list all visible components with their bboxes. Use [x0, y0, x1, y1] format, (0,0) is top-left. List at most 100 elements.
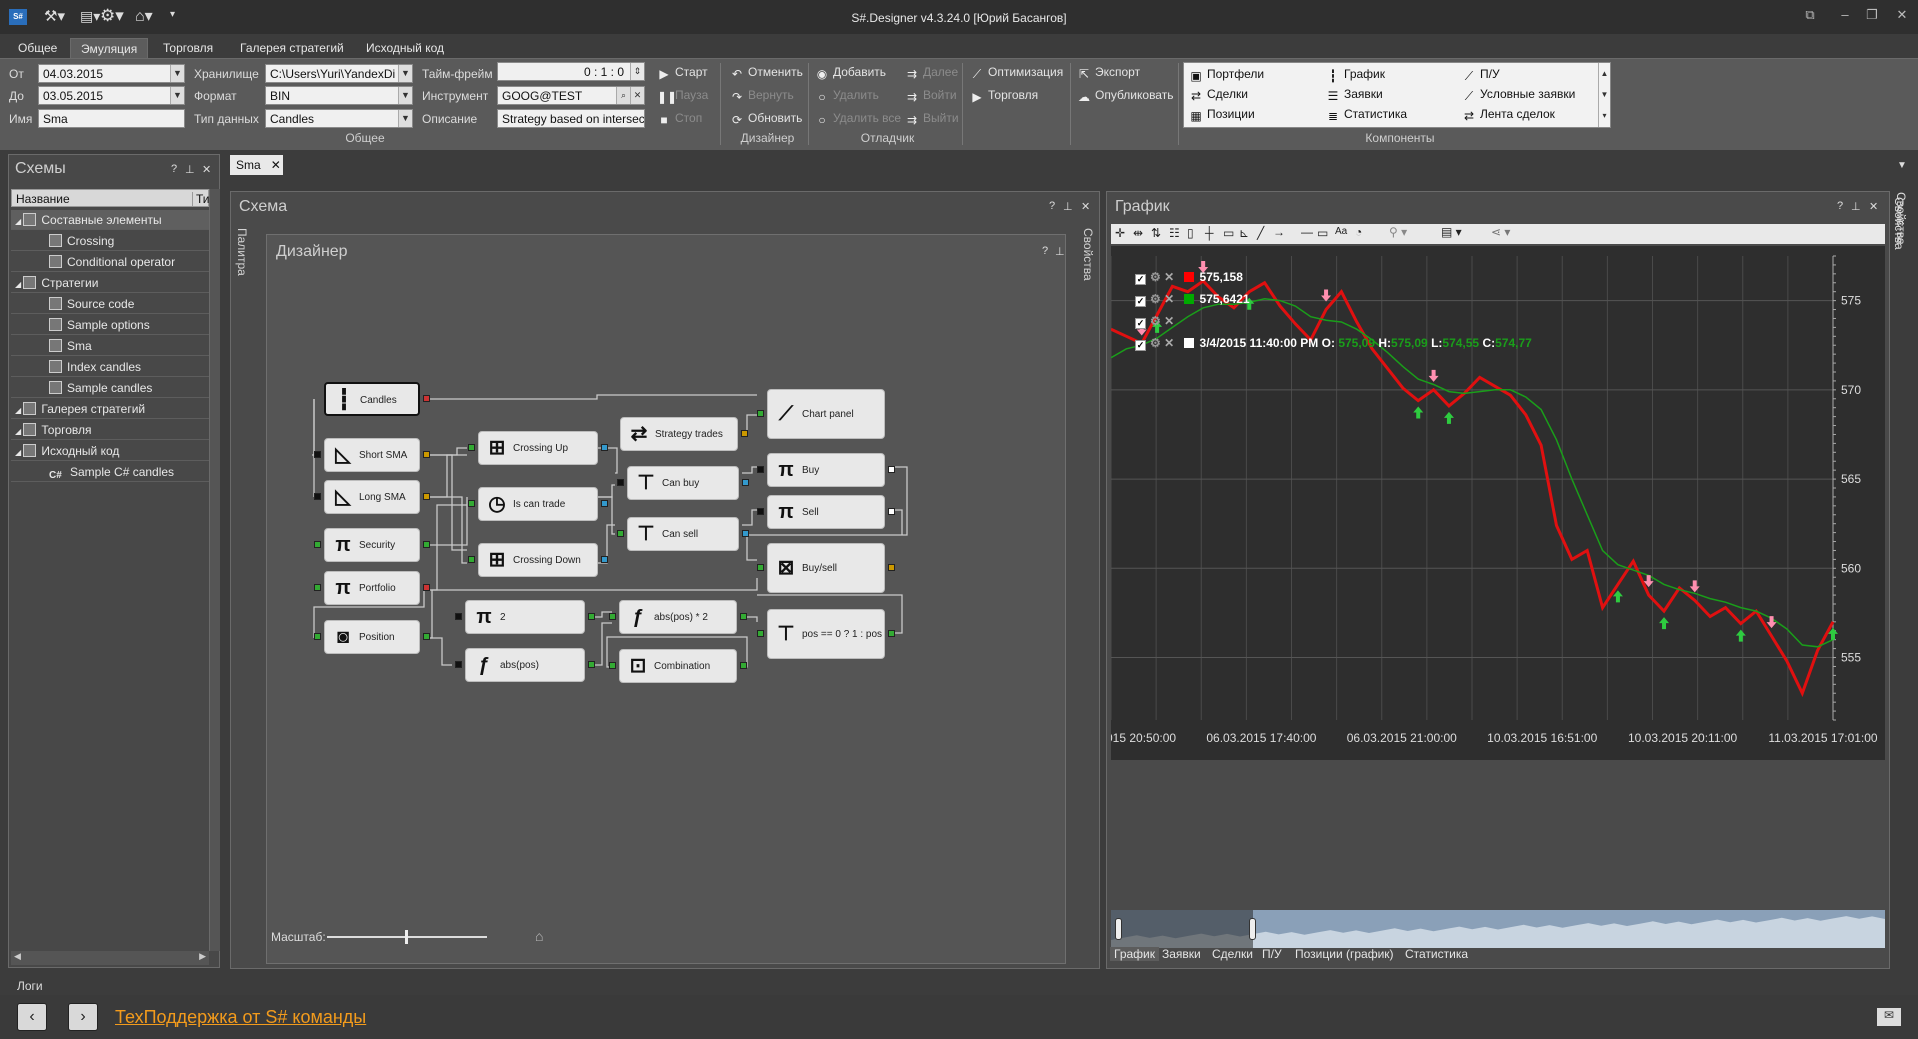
input-socket[interactable] — [314, 493, 321, 500]
input-socket[interactable] — [757, 410, 764, 417]
node-abs-pos[interactable]: ƒ abs(pos) — [465, 648, 585, 682]
pin-icon[interactable]: ⊥ — [185, 163, 195, 176]
output-socket[interactable] — [423, 633, 430, 640]
instrument-field[interactable]: GOOG@TEST ⌕ ✕ — [497, 86, 645, 105]
output-socket[interactable] — [423, 451, 430, 458]
input-socket[interactable] — [314, 541, 321, 548]
chevron-down-icon[interactable]: ▼ — [398, 110, 412, 127]
output-socket[interactable] — [588, 661, 595, 668]
mail-icon[interactable]: ✉ — [1877, 1008, 1901, 1026]
document-icon[interactable]: ▯ — [1187, 226, 1194, 240]
checkbox[interactable]: ✓ — [1135, 318, 1146, 329]
node-chart-panel[interactable]: ⟋ Chart panel — [767, 389, 885, 439]
crosshair-icon[interactable]: ┼ — [1205, 226, 1214, 240]
logs-title[interactable]: Логи — [17, 979, 43, 993]
input-socket[interactable] — [455, 613, 462, 620]
tree-item[interactable]: Conditional operator — [11, 252, 209, 272]
trades-tape-button[interactable]: ⇄ Лента сделок — [1462, 107, 1555, 123]
output-socket[interactable] — [423, 493, 430, 500]
tree-item[interactable]: Source code — [11, 294, 209, 314]
gear-icon[interactable]: ⚙ — [1150, 336, 1161, 350]
save-icon[interactable]: ▤ ▾ — [1441, 225, 1462, 239]
tree-item[interactable]: ◢ Стратегии — [11, 273, 209, 293]
input-socket[interactable] — [468, 500, 475, 507]
tree-vertical-scrollbar[interactable] — [209, 189, 220, 951]
optimization-button[interactable]: ⟋ Оптимизация — [970, 65, 1063, 81]
output-socket[interactable] — [601, 444, 608, 451]
tab-trading[interactable]: Торговля — [153, 38, 223, 58]
forward-button[interactable]: › — [68, 1003, 98, 1031]
output-socket[interactable] — [741, 430, 748, 437]
checkbox[interactable]: ✓ — [1135, 340, 1146, 351]
node-pos-expr[interactable]: ⊤ pos == 0 ? 1 : pos — [767, 609, 885, 659]
pause-button[interactable]: ❚❚Пауза — [657, 88, 708, 104]
close-icon[interactable]: ✕ — [1869, 200, 1878, 213]
close-icon[interactable]: ✕ — [1164, 270, 1174, 284]
input-socket[interactable] — [609, 662, 616, 669]
expand-icon[interactable]: ◢ — [15, 427, 23, 436]
input-socket[interactable] — [757, 466, 764, 473]
tab-chart[interactable]: График — [1110, 947, 1159, 961]
minimize-button[interactable]: – — [1835, 7, 1855, 25]
start-button[interactable]: ▶ Старт — [657, 65, 707, 81]
arrow-icon[interactable]: → — [1273, 225, 1285, 239]
input-socket[interactable] — [757, 630, 764, 637]
close-icon[interactable]: ✕ — [1081, 200, 1090, 213]
storage-field[interactable]: C:\Users\Yuri\YandexDi ▼ — [265, 64, 413, 83]
description-field[interactable]: Strategy based on intersec — [497, 109, 645, 128]
clear-icon[interactable]: ✕ — [630, 87, 644, 104]
gauge-icon[interactable]: ◔ — [1355, 225, 1362, 239]
palette-side-tab[interactable]: Палитра — [235, 228, 249, 276]
trading-button[interactable]: ▶ Торговля — [970, 88, 1038, 104]
output-socket[interactable] — [888, 630, 895, 637]
close-icon[interactable]: ✕ — [1164, 292, 1174, 306]
tab-statistics[interactable]: Статистика — [1405, 947, 1468, 961]
tab-strategy-gallery[interactable]: Галерея стратегий — [230, 38, 354, 58]
input-socket[interactable] — [314, 633, 321, 640]
node-candles[interactable]: ┇ Candles — [324, 382, 420, 416]
output-socket[interactable] — [888, 466, 895, 473]
gear-icon[interactable]: ⚙ — [1150, 270, 1161, 284]
chevron-down-icon[interactable]: ▼ — [170, 65, 184, 82]
scale-slider-thumb[interactable] — [405, 930, 408, 944]
tree-item[interactable]: Sample candles — [11, 378, 209, 398]
to-date-field[interactable]: 03.05.2015 ▼ — [38, 86, 185, 105]
share-icon[interactable]: ⋖ ▾ — [1491, 225, 1510, 239]
next-button[interactable]: ⇉ Далее — [905, 65, 958, 81]
chevron-down-icon[interactable]: ▼ — [398, 87, 412, 104]
tab-source-code[interactable]: Исходный код — [356, 38, 454, 58]
input-socket[interactable] — [609, 613, 616, 620]
output-socket[interactable] — [888, 508, 895, 515]
add-breakpoint-button[interactable]: ◉ Добавить — [815, 65, 886, 81]
tab-pnl[interactable]: П/У — [1262, 947, 1282, 961]
sell-trade-marker[interactable] — [1321, 289, 1332, 302]
checkbox[interactable]: ✓ — [1135, 296, 1146, 307]
close-icon[interactable]: ✕ — [1164, 314, 1174, 328]
tree-item[interactable]: Sample options — [11, 315, 209, 335]
output-socket[interactable] — [601, 500, 608, 507]
datatype-select[interactable]: Candles ▼ — [265, 109, 413, 128]
help-icon[interactable]: ? — [1837, 200, 1843, 212]
gear-icon[interactable]: ⚙ — [1150, 314, 1161, 328]
close-icon[interactable]: ✕ — [1164, 336, 1174, 350]
scale-slider[interactable] — [327, 930, 487, 944]
node-abs-pos-2[interactable]: ƒ abs(pos) * 2 — [619, 600, 737, 634]
maximize-button[interactable]: ❐ — [1862, 7, 1882, 25]
tab-positions-chart[interactable]: Позиции (график) — [1295, 947, 1394, 961]
ruler-icon[interactable]: ⊾ — [1239, 226, 1249, 240]
orders-button[interactable]: ☰ Заявки — [1326, 87, 1383, 103]
output-socket[interactable] — [740, 613, 747, 620]
deals-button[interactable]: ⇄ Сделки — [1189, 87, 1248, 103]
sell-trade-marker[interactable] — [1428, 369, 1439, 382]
step-out-button[interactable]: ⇉ Выйти — [905, 111, 959, 127]
tree-item[interactable]: C# Sample C# candles — [11, 462, 209, 482]
pin-icon[interactable]: ⊥ — [1851, 200, 1861, 213]
node-portfolio[interactable]: π Portfolio — [324, 571, 420, 605]
expand-icon[interactable]: ◢ — [15, 406, 23, 415]
text-icon[interactable]: Aa — [1335, 226, 1347, 237]
gear-icon[interactable]: ⚙ — [1150, 292, 1161, 306]
output-socket[interactable] — [742, 530, 749, 537]
hline-icon[interactable]: — — [1301, 225, 1313, 239]
col-type-header[interactable]: Ти — [192, 192, 210, 206]
tree-item[interactable]: Crossing — [11, 231, 209, 251]
